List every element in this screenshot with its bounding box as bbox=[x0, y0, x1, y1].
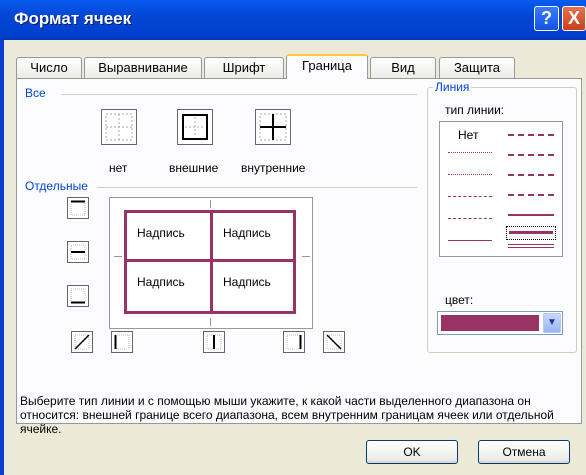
preview-outline-border: Надпись Надпись Надпись Надпись bbox=[124, 210, 296, 314]
border-group-label: Отдельные bbox=[25, 179, 88, 193]
border-outline-icon bbox=[182, 114, 208, 140]
preview-tick bbox=[210, 200, 211, 208]
preview-cell-text: Надпись bbox=[223, 226, 271, 240]
border-top-button[interactable] bbox=[67, 197, 89, 219]
preview-cell-text: Надпись bbox=[137, 226, 185, 240]
tab-protection[interactable]: Защита bbox=[439, 57, 515, 78]
line-style-dash-dot[interactable] bbox=[448, 218, 492, 219]
border-bottom-icon bbox=[70, 288, 86, 304]
border-diagonal-up-button[interactable] bbox=[71, 331, 93, 353]
preview-tick bbox=[302, 256, 310, 257]
border-tab-panel: Все нет внешние внутренние Отдельные Над… bbox=[16, 78, 582, 424]
preset-inside-label: внутренние bbox=[241, 161, 306, 175]
line-group-label: Линия bbox=[433, 80, 472, 94]
help-button[interactable]: ? bbox=[534, 6, 559, 31]
separator bbox=[61, 94, 417, 95]
preview-inner-vertical-border bbox=[210, 213, 213, 311]
border-right-button[interactable] bbox=[283, 331, 305, 353]
separator bbox=[97, 187, 417, 188]
preset-none-label: нет bbox=[109, 161, 128, 175]
border-diagonal-down-button[interactable] bbox=[323, 331, 345, 353]
preset-inside-button[interactable] bbox=[255, 109, 291, 145]
preview-cell-text: Надпись bbox=[137, 275, 185, 289]
border-middle-vertical-button[interactable] bbox=[203, 331, 225, 353]
diagonal-down-icon bbox=[326, 334, 342, 350]
border-inside-icon bbox=[259, 113, 287, 141]
tab-border[interactable]: Граница bbox=[286, 54, 368, 79]
border-left-button[interactable] bbox=[111, 331, 133, 353]
line-style-slant-dash-dot[interactable] bbox=[508, 154, 554, 156]
hint-text: Выберите тип линии и с помощью мыши укаж… bbox=[20, 394, 554, 436]
border-bottom-button[interactable] bbox=[67, 285, 89, 307]
tab-alignment[interactable]: Выравнивание bbox=[84, 57, 202, 78]
line-style-none[interactable]: Нет bbox=[458, 128, 478, 142]
border-middle-horizontal-button[interactable] bbox=[67, 241, 89, 263]
ok-button[interactable]: OK bbox=[366, 440, 458, 464]
color-select[interactable]: ▼ bbox=[437, 311, 563, 335]
dialog-window: Формат ячеек ? X Число Выравнивание Шриф… bbox=[0, 0, 586, 475]
border-preview[interactable]: Надпись Надпись Надпись Надпись bbox=[109, 197, 313, 329]
tab-font[interactable]: Шрифт bbox=[204, 57, 284, 78]
preview-tick bbox=[114, 256, 122, 257]
dialog-body: Число Выравнивание Шрифт Граница Вид Защ… bbox=[4, 40, 586, 475]
preset-outline-button[interactable] bbox=[177, 109, 213, 145]
preset-none-button[interactable] bbox=[101, 109, 137, 145]
color-label: цвет: bbox=[445, 293, 474, 307]
window-title: Формат ячеек bbox=[14, 9, 132, 28]
line-style-medium[interactable] bbox=[508, 214, 554, 216]
presets-group-label: Все bbox=[25, 86, 46, 100]
chevron-down-icon[interactable]: ▼ bbox=[543, 313, 561, 333]
preview-tick bbox=[210, 318, 211, 326]
line-style-medium-dashed[interactable] bbox=[508, 194, 554, 196]
preview-inner-horizontal-border bbox=[127, 259, 293, 262]
border-none-icon bbox=[105, 113, 133, 141]
border-right-icon bbox=[286, 334, 302, 350]
line-style-label: тип линии: bbox=[445, 103, 505, 117]
preset-outline-label: внешние bbox=[169, 161, 219, 175]
line-style-selected[interactable] bbox=[506, 226, 556, 240]
line-style-medium-dash-dot[interactable] bbox=[508, 174, 554, 176]
tab-view[interactable]: Вид bbox=[370, 57, 436, 78]
border-vertical-icon bbox=[206, 334, 222, 350]
line-style-dash-dot-dot[interactable] bbox=[448, 196, 492, 197]
border-top-icon bbox=[70, 200, 86, 216]
line-style-list[interactable]: Нет bbox=[439, 121, 563, 257]
line-style-thin[interactable] bbox=[448, 240, 492, 241]
line-style-double[interactable] bbox=[508, 244, 554, 248]
diagonal-up-icon bbox=[74, 334, 90, 350]
line-style-medium-dash-dot-dot[interactable] bbox=[508, 134, 554, 136]
close-button[interactable]: X bbox=[562, 6, 586, 31]
border-horizontal-icon bbox=[70, 244, 86, 260]
border-left-icon bbox=[114, 334, 130, 350]
title-bar[interactable]: Формат ячеек ? X bbox=[0, 0, 586, 40]
cancel-button[interactable]: Отмена bbox=[478, 440, 570, 464]
tab-number[interactable]: Число bbox=[16, 57, 82, 78]
preview-cell-text: Надпись bbox=[223, 275, 271, 289]
color-swatch bbox=[441, 315, 539, 331]
line-style-dotted[interactable] bbox=[448, 174, 492, 175]
line-style-hair[interactable] bbox=[448, 152, 492, 153]
